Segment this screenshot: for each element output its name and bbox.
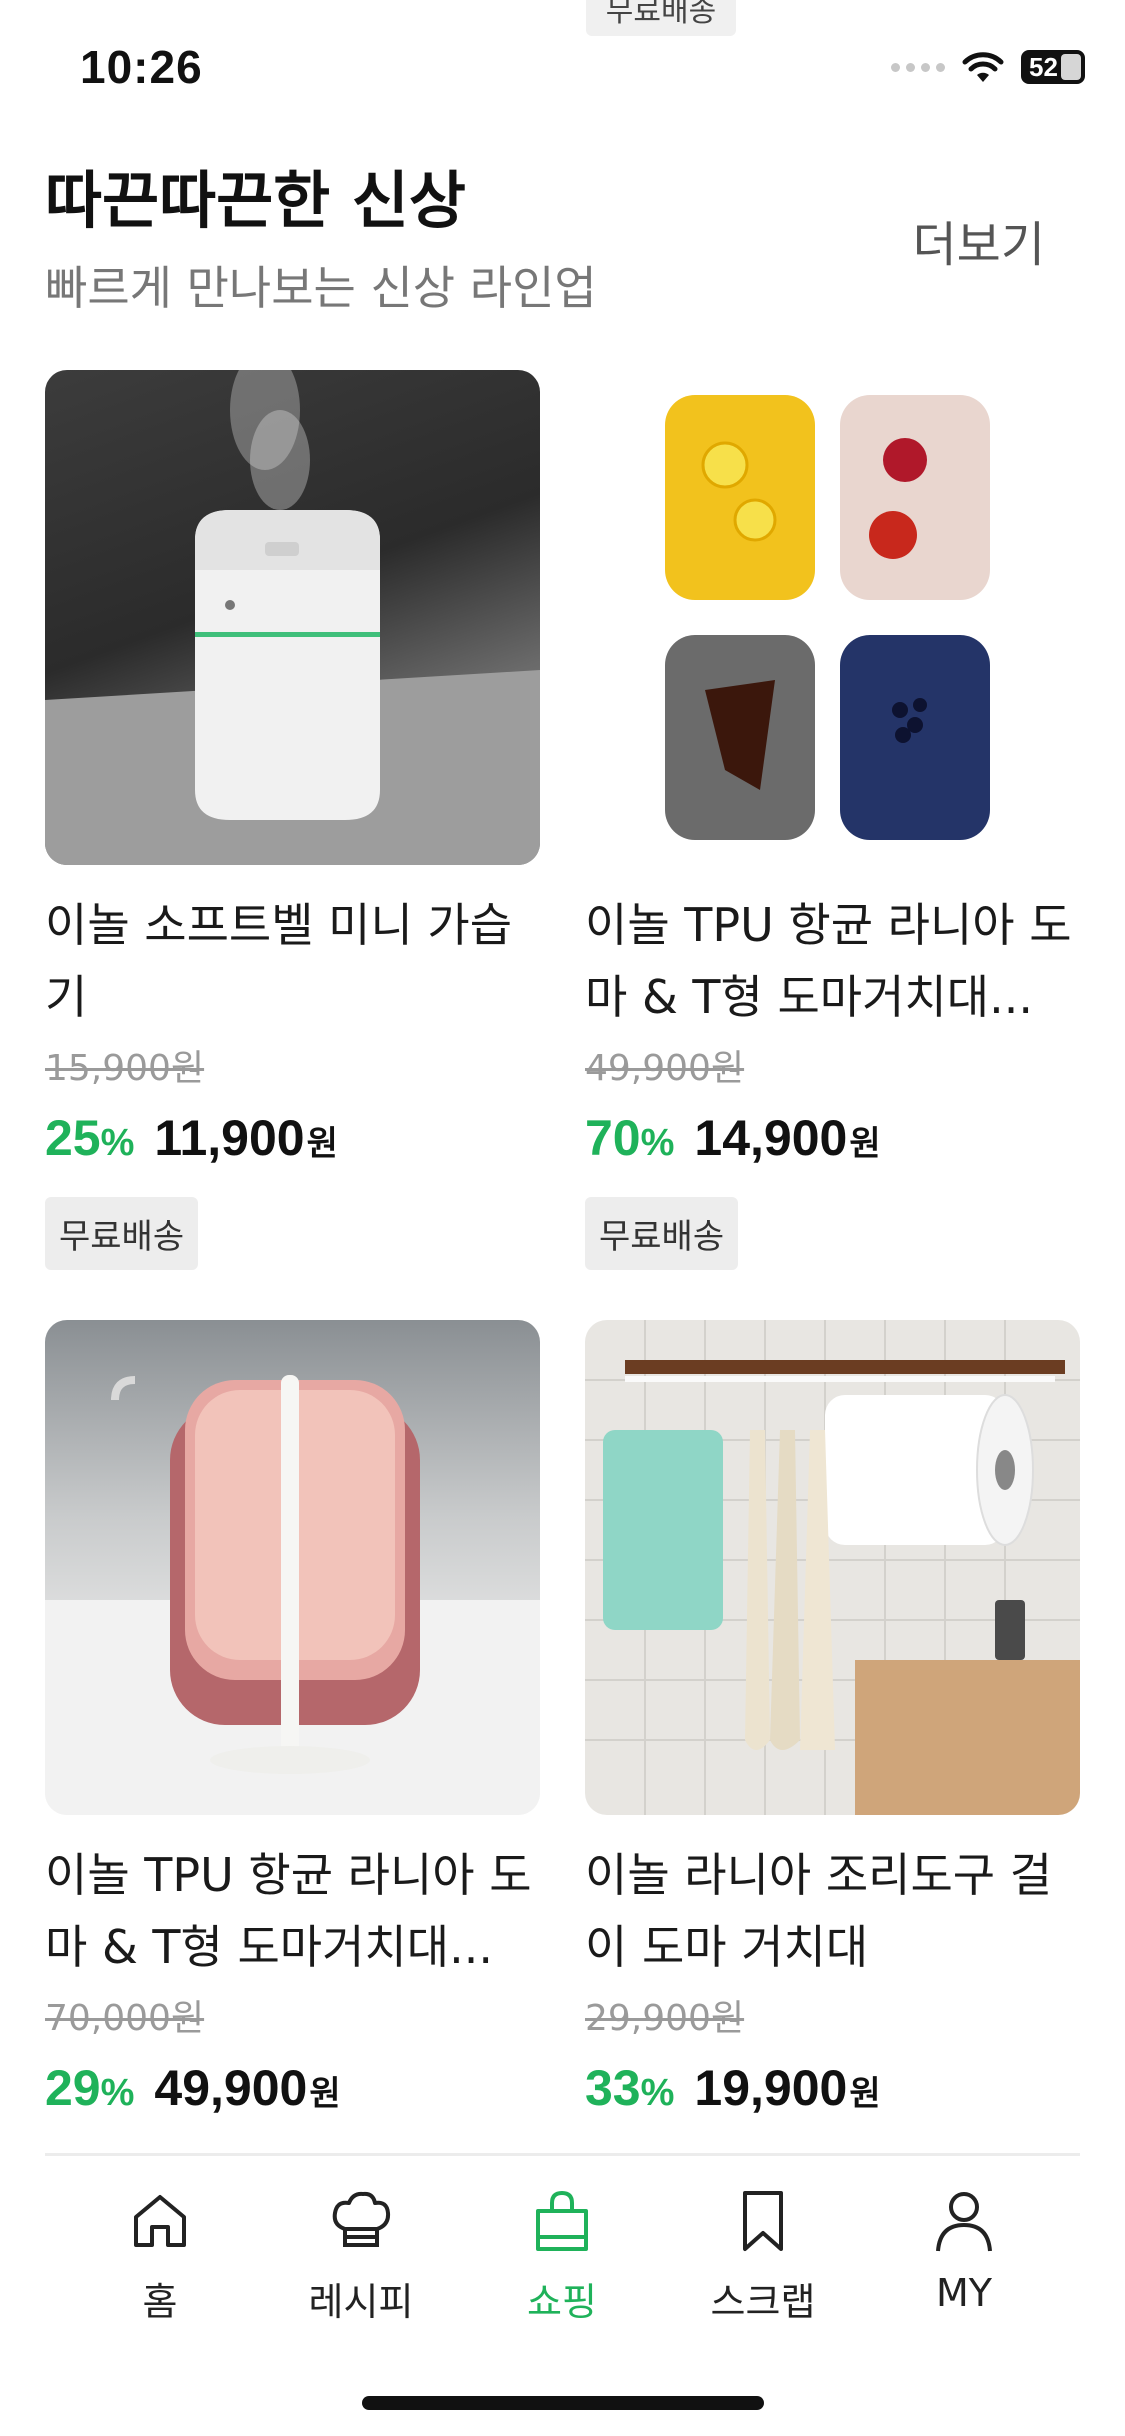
- chef-hat-icon: [332, 2191, 391, 2247]
- tab-label: 쇼핑: [527, 2280, 597, 2324]
- free-shipping-badge: 무료배송: [45, 1197, 199, 1270]
- tab-label: 레시피: [308, 2280, 414, 2324]
- tab-my[interactable]: MY: [874, 2185, 1054, 2315]
- percent-sign: %: [100, 1122, 135, 1164]
- discount-rate: 25: [45, 1110, 101, 1166]
- sale-price: 11,900: [154, 1110, 305, 1166]
- tab-label: 스크랩: [710, 2280, 816, 2324]
- tab-shopping[interactable]: 쇼핑: [472, 2185, 652, 2326]
- product-image-humidifier[interactable]: [45, 370, 540, 865]
- tab-label: 홈: [142, 2280, 178, 2324]
- product-name[interactable]: 이놀 라니아 조리도구 걸이 도마 거치대: [585, 1839, 1080, 1983]
- product-image-cutting-boards[interactable]: [585, 370, 1080, 865]
- more-button[interactable]: 더보기: [913, 205, 1045, 275]
- sale-price: 14,900: [694, 1110, 848, 1166]
- wifi-icon: [962, 52, 1004, 82]
- shopping-bag-icon: [536, 2190, 588, 2251]
- home-indicator[interactable]: [362, 2396, 764, 2410]
- status-indicators: 52: [891, 50, 1085, 84]
- product-name[interactable]: 이놀 소프트벨 미니 가습기: [45, 889, 540, 1033]
- discount-rate: 29: [45, 2060, 101, 2116]
- product-image-utensil-rack[interactable]: [585, 1320, 1080, 1815]
- status-time: 10:26: [80, 41, 203, 93]
- tab-label: MY: [936, 2271, 992, 2315]
- section-title: 따끈따끈한 신상: [45, 164, 466, 237]
- product-card[interactable]: 이놀 소프트벨 미니 가습기 15,900원 25 % 11,900 원 무료배…: [45, 370, 540, 1270]
- tab-bar-divider: [45, 2153, 1080, 2156]
- home-icon: [134, 2195, 186, 2247]
- original-price: 15,900원: [45, 1048, 205, 1089]
- percent-sign: %: [640, 2072, 675, 2114]
- discount-rate: 33: [585, 2060, 641, 2116]
- battery-level: 52: [1029, 51, 1058, 82]
- section-subtitle: 빠르게 만나보는 신상 라인업: [45, 261, 597, 315]
- price-row: 29 % 49,900 원: [45, 2059, 540, 2117]
- product-image-board-stand[interactable]: [45, 1320, 540, 1815]
- price-row: 33 % 19,900 원: [585, 2059, 1080, 2117]
- tab-recipe[interactable]: 레시피: [271, 2185, 451, 2326]
- original-price: 29,900원: [585, 1998, 745, 2039]
- price-row: 25 % 11,900 원: [45, 1109, 540, 1167]
- tab-scrap[interactable]: 스크랩: [673, 2185, 853, 2326]
- price-row: 70 % 14,900 원: [585, 1109, 1080, 1167]
- currency-unit: 원: [306, 1124, 338, 1164]
- currency-unit: 원: [309, 2074, 341, 2114]
- product-card[interactable]: 이놀 TPU 항균 라니아 도마 & T형 도마거치대... 70,000원 2…: [45, 1320, 540, 2117]
- product-name[interactable]: 이놀 TPU 항균 라니아 도마 & T형 도마거치대...: [585, 889, 1080, 1033]
- sale-price: 49,900: [154, 2060, 308, 2116]
- bottom-tab-bar: 홈 레시피 쇼핑 스크랩 MY: [0, 2150, 1125, 2330]
- bookmark-icon: [743, 2191, 783, 2251]
- original-price: 49,900원: [585, 1048, 745, 1089]
- discount-rate: 70: [585, 1110, 641, 1166]
- peek-free-shipping-badge: 무료배송: [586, 0, 736, 36]
- currency-unit: 원: [849, 1124, 881, 1164]
- currency-unit: 원: [849, 2074, 881, 2114]
- percent-sign: %: [100, 2072, 135, 2114]
- product-name[interactable]: 이놀 TPU 항균 라니아 도마 & T형 도마거치대...: [45, 1839, 540, 1983]
- product-card[interactable]: 이놀 라니아 조리도구 걸이 도마 거치대 29,900원 33 % 19,90…: [585, 1320, 1080, 2117]
- tab-home[interactable]: 홈: [70, 2185, 250, 2326]
- person-icon: [936, 2192, 992, 2252]
- battery-icon: 52: [1021, 50, 1085, 84]
- original-price: 70,000원: [45, 1998, 205, 2039]
- product-card[interactable]: 이놀 TPU 항균 라니아 도마 & T형 도마거치대... 49,900원 7…: [585, 370, 1080, 1270]
- sale-price: 19,900: [694, 2060, 848, 2116]
- percent-sign: %: [640, 1122, 675, 1164]
- free-shipping-badge: 무료배송: [585, 1197, 739, 1270]
- cellular-signal-icon: [891, 62, 945, 72]
